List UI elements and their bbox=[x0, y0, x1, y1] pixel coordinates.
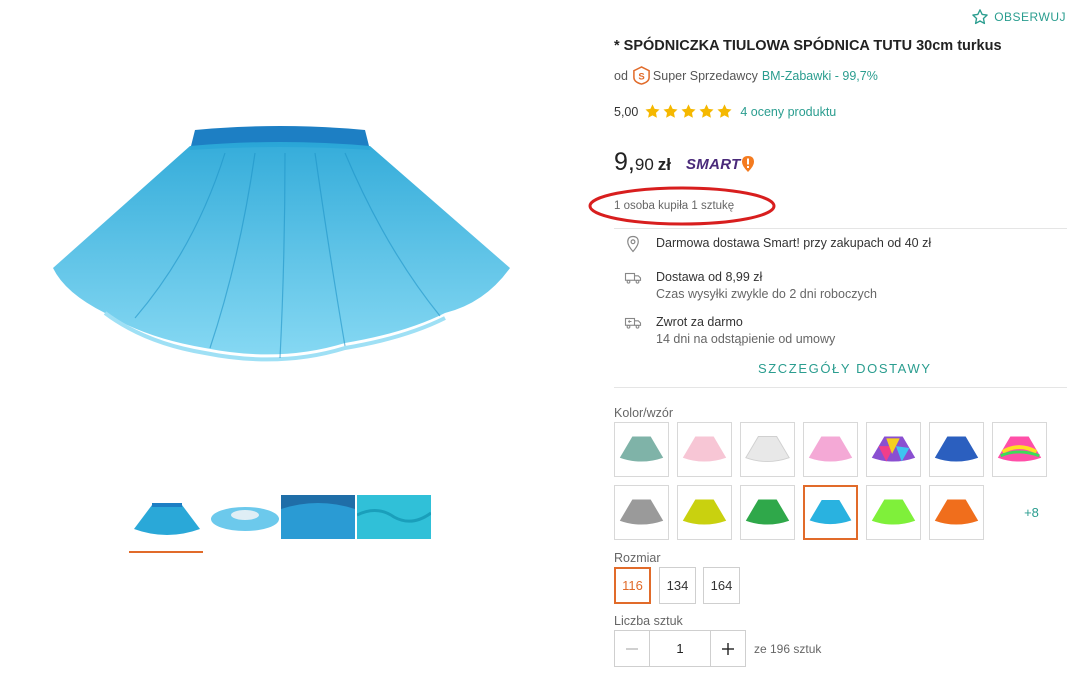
delivery-free-row: Darmowa dostawa Smart! przy zakupach od … bbox=[624, 235, 932, 253]
delivery-cost-row: Dostawa od 8,99 zł Czas wysyłki zwykle d… bbox=[624, 270, 877, 301]
observe-button[interactable]: OBSERWUJ bbox=[971, 8, 1066, 26]
star-icon bbox=[663, 104, 678, 118]
product-title: * SPÓDNICZKA TIULOWA SPÓDNICA TUTU 30cm … bbox=[614, 38, 1002, 54]
minus-icon bbox=[626, 647, 638, 650]
quantity-decrease-button[interactable] bbox=[614, 630, 650, 667]
quantity-label: Liczba sztuk bbox=[614, 614, 683, 628]
thumbnail-4[interactable] bbox=[356, 495, 432, 539]
truck-icon bbox=[624, 272, 642, 284]
color-swatch[interactable] bbox=[614, 485, 669, 540]
color-swatch[interactable] bbox=[992, 422, 1047, 477]
color-swatch[interactable] bbox=[677, 422, 732, 477]
smart-pin-icon bbox=[741, 156, 754, 172]
divider bbox=[614, 387, 1067, 388]
price-main: 9, bbox=[614, 148, 635, 176]
product-details: OBSERWUJ * SPÓDNICZKA TIULOWA SPÓDNICA T… bbox=[614, 0, 1074, 674]
delivery-return-row: Zwrot za darmo 14 dni na odstąpienie od … bbox=[624, 315, 835, 346]
color-swatch[interactable] bbox=[929, 485, 984, 540]
size-option-selected[interactable]: 116 bbox=[614, 567, 651, 604]
super-seller-icon: S bbox=[633, 66, 650, 85]
quantity-increase-button[interactable] bbox=[710, 630, 746, 667]
star-icon bbox=[717, 104, 732, 118]
color-swatch[interactable] bbox=[929, 422, 984, 477]
color-swatch[interactable] bbox=[677, 485, 732, 540]
color-swatch-selected[interactable] bbox=[803, 485, 858, 540]
delivery-details-link[interactable]: SZCZEGÓŁY DOSTAWY bbox=[758, 361, 932, 376]
buyers-count: 1 osoba kupiła 1 sztukę bbox=[614, 200, 735, 212]
star-icon bbox=[645, 104, 660, 118]
smart-badge: SMART bbox=[686, 155, 755, 173]
rating-row: 5,00 4 oceny produktu bbox=[614, 103, 836, 120]
stock-text: ze 196 sztuk bbox=[754, 642, 822, 656]
seller-prefix: od bbox=[614, 68, 628, 83]
seller-link[interactable]: BM-Zabawki - 99,7% bbox=[762, 69, 878, 83]
star-outline-icon bbox=[972, 9, 989, 25]
delivery-time-text: Czas wysyłki zwykle do 2 dni roboczych bbox=[656, 287, 877, 301]
thumbnail-1[interactable] bbox=[130, 495, 204, 539]
rating-stars bbox=[644, 103, 734, 120]
star-icon bbox=[681, 104, 696, 118]
delivery-free-text: Darmowa dostawa Smart! przy zakupach od … bbox=[656, 236, 932, 250]
color-label: Kolor/wzór bbox=[614, 406, 674, 420]
observe-label: OBSERWUJ bbox=[994, 10, 1066, 24]
active-thumbnail-indicator bbox=[129, 551, 203, 553]
divider bbox=[614, 228, 1067, 229]
rating-value: 5,00 bbox=[614, 104, 639, 119]
product-gallery bbox=[0, 0, 560, 674]
plus-icon bbox=[722, 642, 734, 655]
svg-text:S: S bbox=[638, 71, 644, 82]
star-icon bbox=[699, 104, 714, 118]
thumbnail-2[interactable] bbox=[208, 495, 282, 539]
seller-info: od S Super Sprzedawcy BM-Zabawki - 99,7% bbox=[614, 66, 878, 85]
main-product-image[interactable] bbox=[45, 108, 515, 370]
color-swatch[interactable] bbox=[740, 422, 795, 477]
color-swatch[interactable] bbox=[740, 485, 795, 540]
size-option[interactable]: 134 bbox=[659, 567, 696, 604]
color-swatch[interactable] bbox=[866, 422, 921, 477]
quantity-input[interactable]: 1 bbox=[650, 630, 710, 667]
location-pin-icon bbox=[627, 235, 639, 253]
more-colors-button[interactable]: +8 bbox=[1004, 485, 1059, 540]
price-currency: zł bbox=[657, 155, 672, 174]
price: 9, 90 zł bbox=[614, 148, 671, 177]
return-text: Zwrot za darmo bbox=[656, 315, 743, 329]
smart-label: SMART bbox=[686, 155, 741, 173]
return-sub-text: 14 dni na odstąpienie od umowy bbox=[656, 332, 836, 346]
return-truck-icon bbox=[624, 317, 642, 329]
thumbnail-3[interactable] bbox=[281, 495, 355, 539]
quantity-stepper: 1 bbox=[614, 630, 746, 667]
size-option[interactable]: 164 bbox=[703, 567, 740, 604]
super-seller-label: Super Sprzedawcy bbox=[652, 68, 758, 83]
color-swatch[interactable] bbox=[614, 422, 669, 477]
delivery-cost-text: Dostawa od 8,99 zł bbox=[656, 270, 763, 284]
reviews-link[interactable]: 4 oceny produktu bbox=[740, 105, 836, 119]
size-label: Rozmiar bbox=[614, 551, 661, 565]
price-cents: 90 bbox=[634, 155, 654, 174]
color-swatch[interactable] bbox=[866, 485, 921, 540]
color-swatch[interactable] bbox=[803, 422, 858, 477]
